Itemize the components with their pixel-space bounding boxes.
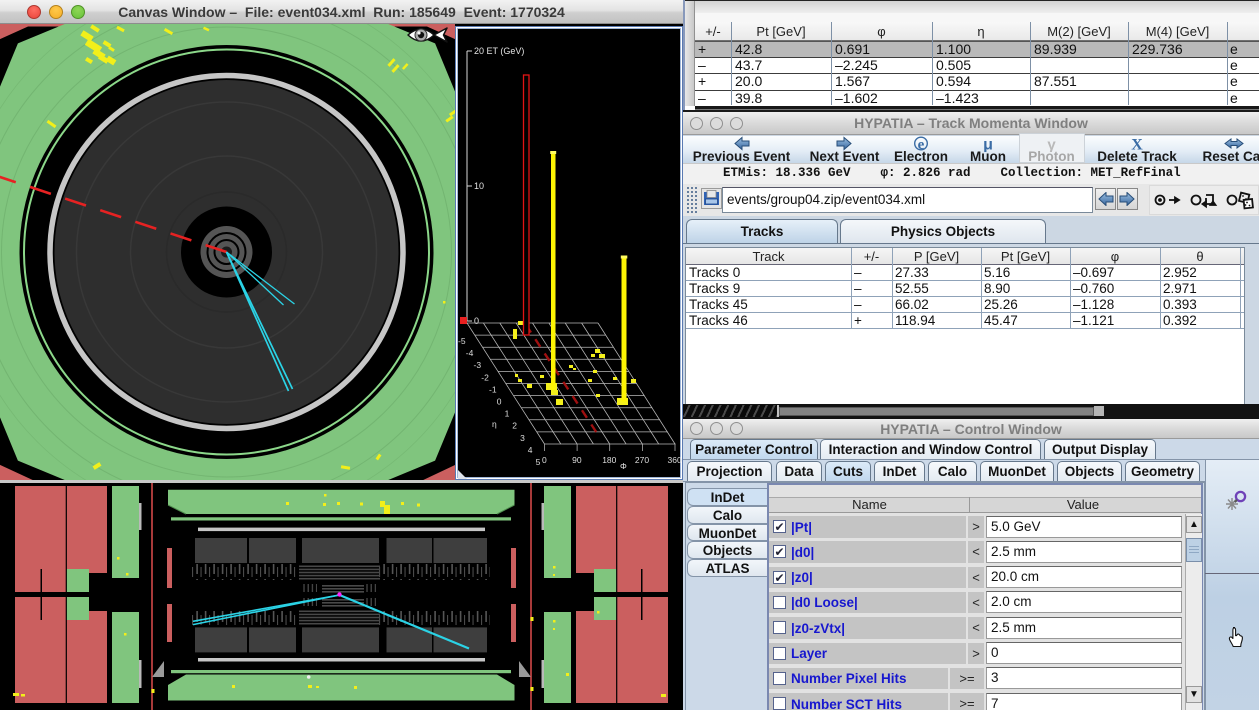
svg-text:90: 90 — [572, 455, 582, 465]
svg-text:10: 10 — [474, 181, 484, 191]
svg-text:γ: γ — [1047, 137, 1056, 153]
svg-text:-3: -3 — [474, 360, 482, 370]
svg-text:-1: -1 — [489, 384, 497, 394]
svg-text:4: 4 — [528, 445, 533, 455]
svg-text:180: 180 — [602, 455, 616, 465]
svg-text:0: 0 — [497, 397, 502, 407]
svg-text:-2: -2 — [481, 372, 489, 382]
svg-text:μ: μ — [983, 137, 993, 153]
svg-text:-5: -5 — [458, 336, 466, 346]
svg-text:-4: -4 — [466, 348, 474, 358]
svg-text:X: X — [1131, 137, 1143, 153]
svg-text:3: 3 — [520, 433, 525, 443]
svg-text:Φ: Φ — [620, 461, 627, 471]
svg-text:0: 0 — [474, 316, 479, 326]
svg-text:5: 5 — [536, 457, 541, 467]
svg-text:2: 2 — [512, 421, 517, 431]
svg-text:0: 0 — [542, 455, 547, 465]
svg-text:360: 360 — [668, 455, 682, 465]
svg-text:η: η — [492, 419, 497, 429]
svg-text:1: 1 — [505, 409, 510, 419]
svg-text:270: 270 — [635, 455, 649, 465]
svg-text:20 ET (GeV): 20 ET (GeV) — [474, 46, 524, 56]
